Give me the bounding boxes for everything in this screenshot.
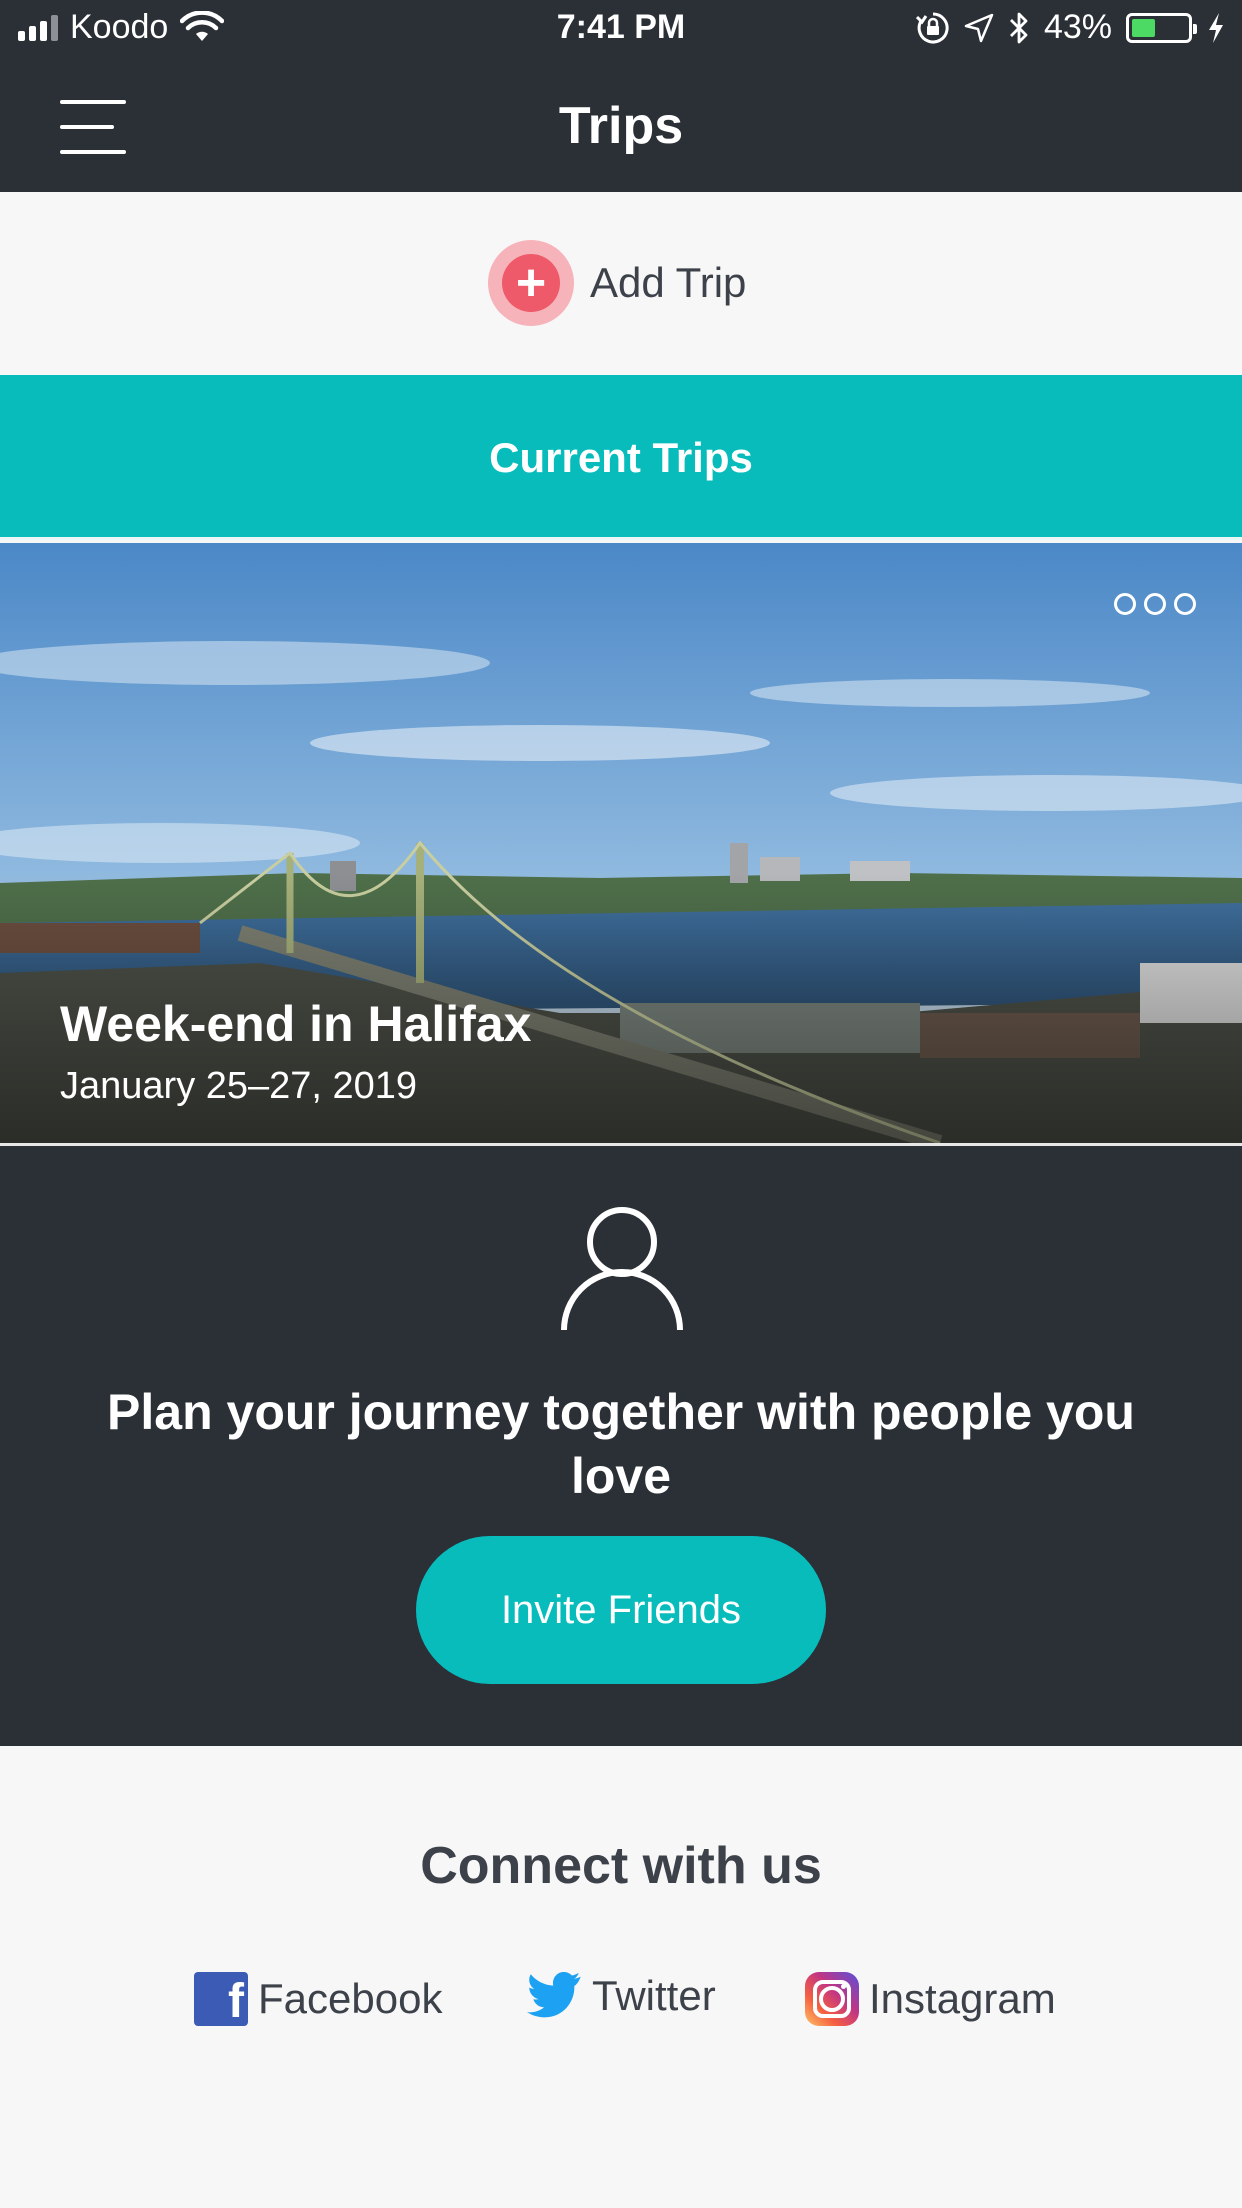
- connect-title: Connect with us: [420, 1837, 822, 1895]
- add-trip-row: + Add Trip: [0, 192, 1242, 375]
- plus-icon: +: [488, 240, 574, 326]
- current-trips-header: Current Trips: [0, 375, 1242, 540]
- twitter-label: Twitter: [592, 1972, 716, 2019]
- add-trip-label: Add Trip: [590, 259, 747, 306]
- status-right: 43%: [915, 8, 1226, 47]
- trip-cover-photo: [0, 543, 1242, 1143]
- invite-friends-button[interactable]: Invite Friends: [416, 1536, 826, 1684]
- page-title: Trips: [558, 97, 684, 155]
- battery-icon: [1126, 12, 1197, 43]
- status-bar: Koodo 7:41 PM 43%: [0, 0, 1242, 62]
- trip-title: Week-end in Halifax: [60, 996, 532, 1052]
- orientation-lock-icon: [915, 11, 949, 43]
- twitter-icon: [526, 1972, 581, 2018]
- connect-section: Connect with us f Facebook Twitter Insta…: [0, 1746, 1242, 2208]
- invite-message: Plan your journey together with people y…: [107, 1384, 1135, 1504]
- invite-section: Plan your journey together with people y…: [0, 1146, 1242, 1746]
- charging-icon: [1209, 12, 1223, 43]
- person-icon: [561, 1207, 683, 1331]
- battery-fill: [1132, 18, 1156, 37]
- instagram-label: Instagram: [869, 1975, 1056, 2022]
- location-icon: [964, 13, 994, 42]
- instagram-link[interactable]: Instagram: [805, 1972, 1056, 2026]
- facebook-icon: f: [194, 1972, 248, 2026]
- facebook-link[interactable]: f Facebook: [194, 1972, 442, 2026]
- trip-card[interactable]: Week-end in Halifax January 25–27, 2019: [0, 543, 1242, 1143]
- battery-percent: 43%: [1043, 8, 1112, 46]
- twitter-link[interactable]: Twitter: [526, 1972, 716, 2020]
- instagram-icon: [805, 1972, 859, 2026]
- bluetooth-icon: [1009, 12, 1028, 43]
- facebook-label: Facebook: [258, 1975, 443, 2022]
- more-options-icon[interactable]: [1114, 593, 1196, 615]
- add-trip-button[interactable]: + Add Trip: [488, 240, 746, 326]
- trip-dates: January 25–27, 2019: [60, 1065, 418, 1107]
- navigation-bar: Trips: [0, 62, 1242, 192]
